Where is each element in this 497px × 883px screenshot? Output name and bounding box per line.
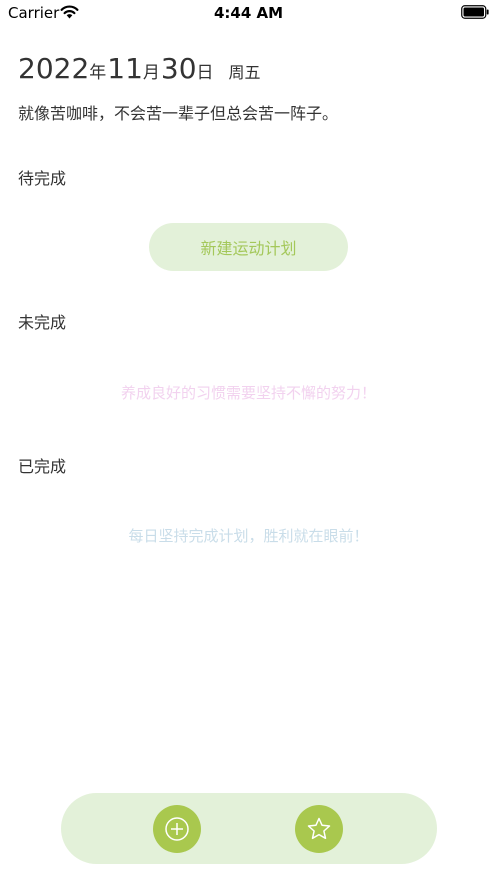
- pending-section-title: 待完成: [18, 169, 67, 188]
- favorites-button[interactable]: [295, 805, 343, 853]
- star-icon: [307, 817, 331, 840]
- date-year: 2022: [18, 52, 90, 85]
- new-plan-button[interactable]: 新建运动计划: [149, 223, 348, 271]
- bottom-tab-bar: [61, 793, 437, 864]
- new-plan-button-label: 新建运动计划: [200, 239, 297, 258]
- date-header: 2022 年 11 月 30 日 周五: [18, 52, 261, 86]
- completed-section-title: 已完成: [18, 457, 67, 476]
- battery-icon: [461, 5, 489, 19]
- clock-time: 4:44 AM: [213, 4, 284, 22]
- date-month-unit: 月: [142, 63, 160, 83]
- incomplete-empty-hint: 养成良好的习惯需要坚持不懈的努力！: [120, 384, 376, 402]
- date-day: 30: [160, 52, 197, 85]
- completed-empty-hint: 每日坚持完成计划，胜利就在眼前！: [128, 527, 369, 545]
- plus-circle-icon: [165, 817, 189, 841]
- weekday-label: 周五: [228, 63, 261, 82]
- date-year-unit: 年: [89, 63, 107, 83]
- date-month: 11: [107, 52, 143, 85]
- status-bar: Carrier 4:44 AM: [0, 0, 497, 26]
- incomplete-section-title: 未完成: [18, 313, 67, 332]
- daily-quote: 就像苦咖啡，不会苦一辈子但总会苦一阵子。: [18, 104, 339, 123]
- date-day-unit: 日: [196, 63, 214, 83]
- screen: Carrier 4:44 AM 2022 年 11 月 30 日 周五 就像苦咖…: [0, 0, 497, 883]
- add-plan-button[interactable]: [153, 805, 201, 853]
